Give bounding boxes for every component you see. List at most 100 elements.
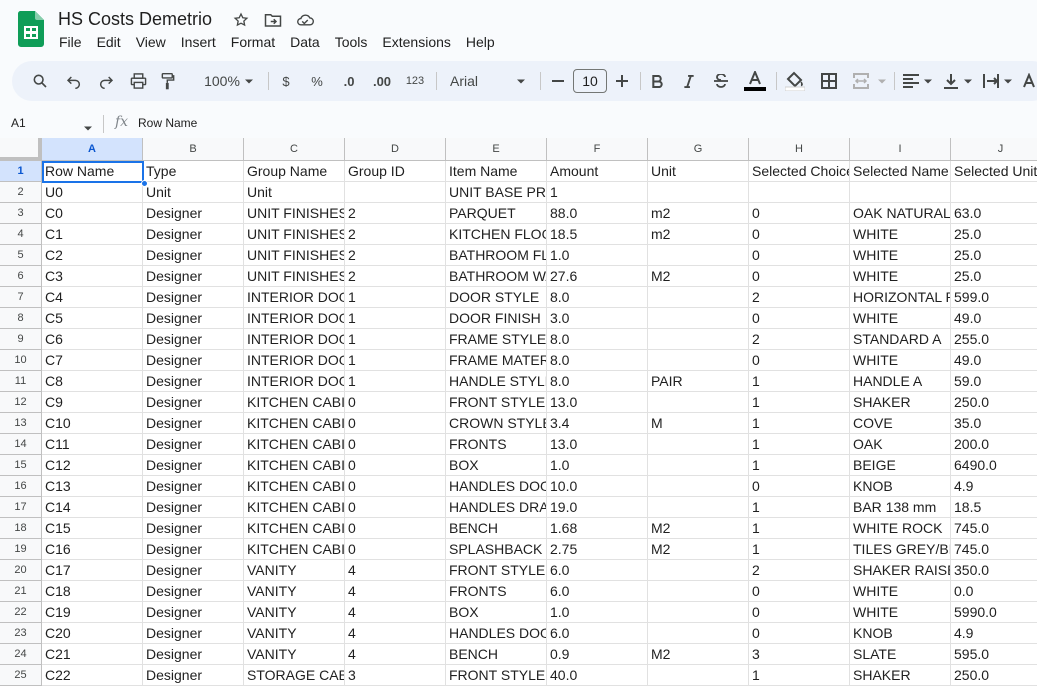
cell-j21[interactable]: 0.0 — [951, 581, 1037, 602]
cell-j7[interactable]: 599.0 — [951, 287, 1037, 308]
cell-g10[interactable] — [648, 350, 749, 371]
row-header-12[interactable]: 12 — [0, 392, 42, 413]
cell-i23[interactable]: KNOB — [850, 623, 951, 644]
row-header-16[interactable]: 16 — [0, 476, 42, 497]
cell-f18[interactable]: 1.68 — [547, 518, 648, 539]
cell-e12[interactable]: FRONT STYLE — [446, 392, 547, 413]
cell-g13[interactable]: M — [648, 413, 749, 434]
cell-i2[interactable] — [850, 182, 951, 203]
cell-e10[interactable]: FRAME MATER — [446, 350, 547, 371]
cell-f13[interactable]: 3.4 — [547, 413, 648, 434]
cell-c6[interactable]: UNIT FINISHES — [244, 266, 345, 287]
formula-input[interactable]: Row Name — [138, 116, 197, 130]
cell-h5[interactable]: 0 — [749, 245, 850, 266]
cell-b10[interactable]: Designer — [143, 350, 244, 371]
cell-a4[interactable]: C1 — [42, 224, 143, 245]
cell-g5[interactable] — [648, 245, 749, 266]
row-header-10[interactable]: 10 — [0, 350, 42, 371]
cell-d18[interactable]: 0 — [345, 518, 446, 539]
fill-color-icon[interactable] — [782, 61, 808, 101]
cell-a24[interactable]: C21 — [42, 644, 143, 665]
cell-h2[interactable] — [749, 182, 850, 203]
cell-h15[interactable]: 1 — [749, 455, 850, 476]
strikethrough-icon[interactable] — [710, 61, 732, 101]
cell-d24[interactable]: 4 — [345, 644, 446, 665]
menu-data[interactable]: Data — [290, 34, 320, 50]
cell-a5[interactable]: C2 — [42, 245, 143, 266]
cell-g23[interactable] — [648, 623, 749, 644]
cell-e9[interactable]: FRAME STYLE — [446, 329, 547, 350]
cell-d8[interactable]: 1 — [345, 308, 446, 329]
row-header-8[interactable]: 8 — [0, 308, 42, 329]
cell-i7[interactable]: HORIZONTAL R — [850, 287, 951, 308]
cell-i15[interactable]: BEIGE — [850, 455, 951, 476]
cell-j14[interactable]: 200.0 — [951, 434, 1037, 455]
text-rotation-icon[interactable] — [1022, 61, 1036, 101]
cell-c21[interactable]: VANITY — [244, 581, 345, 602]
cell-h7[interactable]: 2 — [749, 287, 850, 308]
cell-d16[interactable]: 0 — [345, 476, 446, 497]
chevron-down-icon[interactable] — [876, 61, 888, 101]
cell-c18[interactable]: KITCHEN CABII — [244, 518, 345, 539]
cell-g8[interactable] — [648, 308, 749, 329]
increase-decimal-button[interactable]: .00 — [368, 61, 396, 101]
cell-f10[interactable]: 8.0 — [547, 350, 648, 371]
cell-c22[interactable]: VANITY — [244, 602, 345, 623]
decrease-font-size-button[interactable] — [548, 61, 568, 101]
cell-d2[interactable] — [345, 182, 446, 203]
cell-c19[interactable]: KITCHEN CABII — [244, 539, 345, 560]
cell-c14[interactable]: KITCHEN CABII — [244, 434, 345, 455]
cell-b9[interactable]: Designer — [143, 329, 244, 350]
cell-c7[interactable]: INTERIOR DOO — [244, 287, 345, 308]
cell-j22[interactable]: 5990.0 — [951, 602, 1037, 623]
cell-e23[interactable]: HANDLES DOO — [446, 623, 547, 644]
menu-tools[interactable]: Tools — [335, 34, 368, 50]
cell-c1[interactable]: Group Name — [244, 161, 345, 182]
name-box[interactable]: A1 — [0, 108, 100, 138]
cell-a25[interactable]: C22 — [42, 665, 143, 686]
column-header-a[interactable]: A — [42, 138, 143, 161]
cell-j5[interactable]: 25.0 — [951, 245, 1037, 266]
cell-b25[interactable]: Designer — [143, 665, 244, 686]
cell-h4[interactable]: 0 — [749, 224, 850, 245]
cell-i4[interactable]: WHITE — [850, 224, 951, 245]
cell-b8[interactable]: Designer — [143, 308, 244, 329]
cell-f11[interactable]: 8.0 — [547, 371, 648, 392]
cell-g2[interactable] — [648, 182, 749, 203]
cell-b1[interactable]: Type — [143, 161, 244, 182]
cell-g20[interactable] — [648, 560, 749, 581]
cell-e7[interactable]: DOOR STYLE — [446, 287, 547, 308]
cell-j6[interactable]: 25.0 — [951, 266, 1037, 287]
cell-i1[interactable]: Selected Name — [850, 161, 951, 182]
cell-c16[interactable]: KITCHEN CABII — [244, 476, 345, 497]
cell-c10[interactable]: INTERIOR DOO — [244, 350, 345, 371]
cell-a15[interactable]: C12 — [42, 455, 143, 476]
cell-b22[interactable]: Designer — [143, 602, 244, 623]
cell-e11[interactable]: HANDLE STYLE — [446, 371, 547, 392]
cell-e20[interactable]: FRONT STYLE — [446, 560, 547, 581]
cell-c23[interactable]: VANITY — [244, 623, 345, 644]
cell-j4[interactable]: 25.0 — [951, 224, 1037, 245]
cell-e6[interactable]: BATHROOM WA — [446, 266, 547, 287]
percent-format-button[interactable]: % — [306, 61, 328, 101]
cell-i25[interactable]: SHAKER — [850, 665, 951, 686]
cell-h11[interactable]: 1 — [749, 371, 850, 392]
cell-e4[interactable]: KITCHEN FLOO — [446, 224, 547, 245]
star-icon[interactable] — [232, 11, 250, 29]
cell-j8[interactable]: 49.0 — [951, 308, 1037, 329]
cell-b6[interactable]: Designer — [143, 266, 244, 287]
cell-e3[interactable]: PARQUET — [446, 203, 547, 224]
cell-d20[interactable]: 4 — [345, 560, 446, 581]
cell-a11[interactable]: C8 — [42, 371, 143, 392]
cell-i11[interactable]: HANDLE A — [850, 371, 951, 392]
row-header-6[interactable]: 6 — [0, 266, 42, 287]
column-header-c[interactable]: C — [244, 138, 345, 161]
column-header-i[interactable]: I — [850, 138, 951, 161]
cell-e8[interactable]: DOOR FINISH — [446, 308, 547, 329]
cloud-status-icon[interactable] — [296, 11, 314, 29]
column-header-b[interactable]: B — [143, 138, 244, 161]
cell-e21[interactable]: FRONTS — [446, 581, 547, 602]
cell-j2[interactable] — [951, 182, 1037, 203]
cell-g22[interactable] — [648, 602, 749, 623]
menu-edit[interactable]: Edit — [97, 34, 121, 50]
